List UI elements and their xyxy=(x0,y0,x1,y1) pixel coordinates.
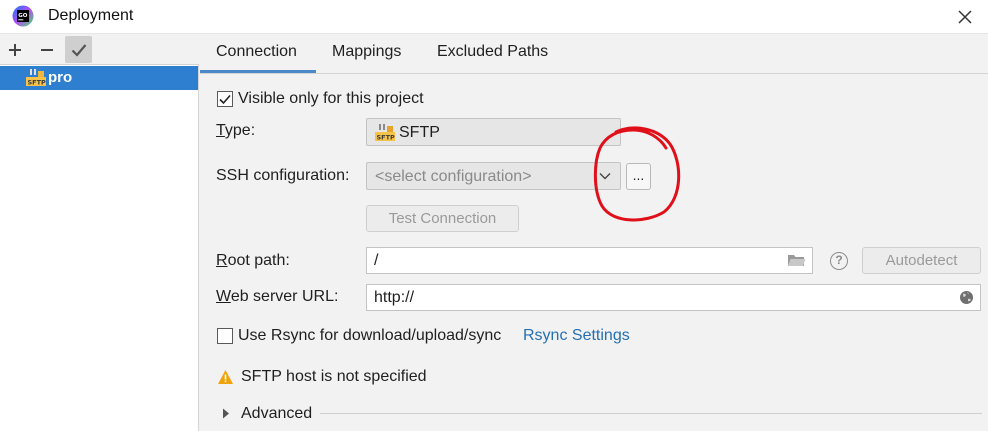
minus-icon xyxy=(40,48,53,51)
ssh-configuration-label: SSH configuration: xyxy=(216,167,350,184)
sftp-icon: SFTP xyxy=(26,69,47,86)
type-combobox[interactable]: SFTP SFTP xyxy=(366,118,621,146)
server-list-toolbar xyxy=(0,34,199,65)
web-server-url-label: Web server URL: xyxy=(216,288,339,305)
web-server-url-field xyxy=(366,284,981,311)
add-server-button[interactable] xyxy=(1,36,28,63)
test-connection-button[interactable]: Test Connection xyxy=(366,205,519,232)
remove-server-button[interactable] xyxy=(33,36,60,63)
svg-text:GO: GO xyxy=(18,13,28,19)
visible-only-checkbox[interactable] xyxy=(217,91,233,107)
svg-text:SFTP: SFTP xyxy=(28,78,47,86)
tab-excluded-paths[interactable]: Excluded Paths xyxy=(437,43,548,61)
svg-text:SFTP: SFTP xyxy=(377,133,396,141)
server-item-pro[interactable]: SFTP pro xyxy=(0,66,198,90)
annotation-circle xyxy=(593,126,681,222)
root-path-label: Root path: xyxy=(216,252,290,269)
plus-icon xyxy=(8,43,21,56)
server-item-label: pro xyxy=(48,69,73,86)
goland-icon: GO xyxy=(12,5,34,27)
rsync-settings-link[interactable]: Rsync Settings xyxy=(523,327,630,345)
warning-icon xyxy=(218,370,233,384)
web-server-url-input[interactable] xyxy=(367,285,980,310)
root-path-input[interactable] xyxy=(367,248,812,273)
sftp-icon: SFTP xyxy=(375,124,396,141)
type-value: SFTP xyxy=(399,124,440,141)
active-tab-indicator xyxy=(200,70,316,73)
ssh-configuration-placeholder: <select configuration> xyxy=(375,168,532,185)
server-list-pane: SFTP pro xyxy=(0,34,199,431)
tab-mappings[interactable]: Mappings xyxy=(332,43,401,61)
use-as-default-button[interactable] xyxy=(65,36,92,63)
ssh-configuration-combobox[interactable]: <select configuration> xyxy=(366,162,621,190)
root-path-field xyxy=(366,247,813,274)
close-icon xyxy=(958,10,972,24)
tab-connection[interactable]: Connection xyxy=(216,43,297,61)
advanced-section-toggle[interactable]: Advanced xyxy=(241,405,312,423)
expand-arrow-icon[interactable] xyxy=(222,408,230,419)
folder-icon[interactable] xyxy=(787,253,806,268)
tab-bar: Connection Mappings Excluded Paths xyxy=(200,34,988,74)
use-rsync-label: Use Rsync for download/upload/sync xyxy=(238,327,502,344)
advanced-divider xyxy=(320,413,982,414)
use-rsync-checkbox[interactable] xyxy=(217,328,233,344)
check-icon xyxy=(71,43,86,57)
type-label: Type: xyxy=(216,122,256,139)
window-title: Deployment xyxy=(48,7,134,24)
autodetect-button[interactable]: Autodetect xyxy=(862,247,981,274)
checkmark-icon xyxy=(219,94,231,104)
visible-only-label: Visible only for this project xyxy=(238,90,424,107)
help-icon[interactable]: ? xyxy=(830,252,848,270)
warning-message: SFTP host is not specified xyxy=(241,368,427,385)
globe-icon[interactable] xyxy=(959,290,974,305)
title-bar: GO Deployment xyxy=(0,0,988,34)
close-button[interactable] xyxy=(952,4,978,30)
